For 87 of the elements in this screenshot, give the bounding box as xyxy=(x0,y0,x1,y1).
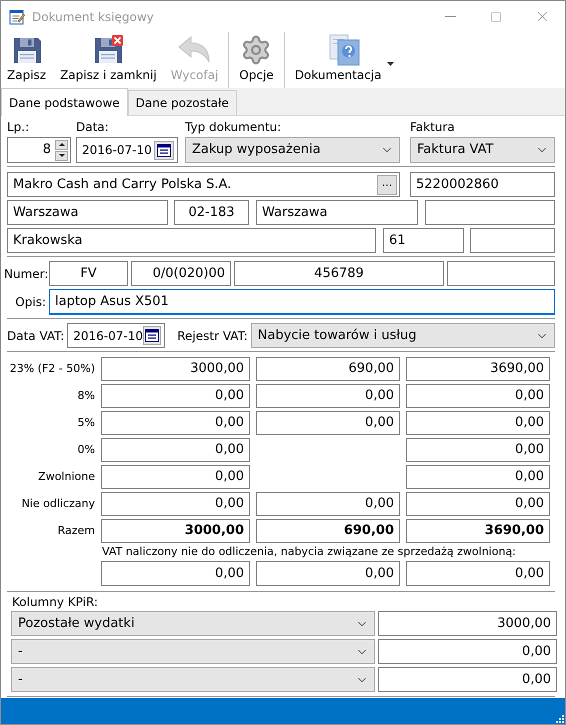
vat-date-label: Data VAT: xyxy=(7,328,64,344)
minimize-icon xyxy=(444,16,456,17)
toolbar-button[interactable]: Opcje xyxy=(237,32,276,88)
help-document-icon xyxy=(328,34,361,66)
kpir-label: Kolumny KPiR: xyxy=(12,594,99,610)
toolbar-button[interactable]: Zapisz xyxy=(5,32,48,88)
vat-amount-field[interactable]: 0,00 xyxy=(256,411,400,435)
nip-field[interactable]: 5220002860 xyxy=(410,172,555,197)
invoice-dropdown[interactable]: Faktura VAT xyxy=(410,137,555,163)
net-amount-field[interactable]: 0,00 xyxy=(101,411,250,435)
triangle-down-icon xyxy=(58,154,64,157)
kpir-amount-field[interactable]: 0,00 xyxy=(378,639,557,664)
contractor-name-field[interactable]: Makro Cash and Carry Polska S.A. ... xyxy=(7,172,400,197)
calendar-icon xyxy=(145,329,160,342)
vat-amount-field[interactable]: 0,00 xyxy=(256,492,400,516)
description-field[interactable]: laptop Asus X501 xyxy=(49,289,555,315)
number-part-field[interactable]: 0/0(020)00 xyxy=(131,261,231,286)
net-amount-field[interactable]: 0,00 xyxy=(101,438,250,462)
vat-amount-field[interactable]: 690,00 xyxy=(256,519,400,543)
net-amount-field[interactable]: 3000,00 xyxy=(101,357,250,381)
caret-icon xyxy=(387,62,394,66)
gross-amount-field[interactable]: 0,00 xyxy=(406,492,550,516)
toolbar-button[interactable]: Zapisz i zamknij xyxy=(58,32,159,88)
input-field[interactable] xyxy=(470,228,555,253)
spin-down-button[interactable] xyxy=(55,150,68,160)
calendar-icon xyxy=(157,144,171,156)
net-amount-field[interactable]: 3000,00 xyxy=(101,519,250,543)
gross-amount-field[interactable]: 3690,00 xyxy=(406,519,550,543)
toolbar-button[interactable]: Dokumentacja xyxy=(292,32,396,88)
notepad-icon xyxy=(9,8,25,24)
floppy-disk-x-icon xyxy=(92,34,124,66)
document-type-label: Typ dokumentu: xyxy=(185,119,282,136)
calendar-button[interactable] xyxy=(154,140,174,160)
vat-amount-field[interactable]: 690,00 xyxy=(256,357,400,381)
tab[interactable]: Dane pozostałe xyxy=(128,90,237,115)
vat-rate-label: 23% (F2 - 50%) xyxy=(8,360,95,377)
vat-rate-label: 0% xyxy=(76,442,95,458)
gross-amount-field[interactable]: 0,00 xyxy=(406,465,550,489)
spin-up-button[interactable] xyxy=(55,140,68,150)
net-amount-field[interactable]: 0,00 xyxy=(101,492,250,516)
window-title: Dokument księgowy xyxy=(32,8,154,26)
net-amount-field[interactable]: 0,00 xyxy=(101,465,250,489)
house-number-field[interactable]: 61 xyxy=(383,228,464,253)
net-amount-field[interactable]: 0,00 xyxy=(101,384,250,408)
amount-field[interactable]: 0,00 xyxy=(101,561,250,586)
document-type-dropdown[interactable]: Zakup wyposażenia xyxy=(185,137,400,163)
input-field[interactable] xyxy=(425,200,555,225)
number-part-field[interactable]: FV xyxy=(49,261,128,286)
amount-field[interactable]: 0,00 xyxy=(256,561,400,586)
postal-code-field[interactable]: 02-183 xyxy=(174,200,249,225)
tab[interactable]: Dane podstawowe xyxy=(1,88,128,116)
description-label: Opis: xyxy=(14,294,46,311)
calendar-button[interactable] xyxy=(143,326,162,345)
browse-button[interactable]: ... xyxy=(377,174,397,194)
triangle-up-icon xyxy=(58,143,64,146)
amount-field[interactable]: 0,00 xyxy=(406,561,550,586)
input-field[interactable] xyxy=(447,261,555,286)
lp-label: Lp.: xyxy=(7,119,30,136)
vat-rate-label: Zwolnione xyxy=(37,468,95,485)
non-deductible-label: VAT naliczony nie do odliczenia, nabycia związane ze sprzedażą zwolnioną: xyxy=(102,544,517,560)
gross-amount-field[interactable]: 3690,00 xyxy=(406,357,550,381)
vat-register-dropdown[interactable]: Nabycie towarów i usług xyxy=(250,323,555,348)
vat-rate-label: 5% xyxy=(76,414,95,431)
gross-amount-field[interactable]: 0,00 xyxy=(406,384,550,408)
vat-amount-field[interactable]: 0,00 xyxy=(256,384,400,408)
kpir-column-dropdown[interactable]: - xyxy=(11,667,375,692)
date-label: Data: xyxy=(76,119,110,136)
post-office-field[interactable]: Warszawa xyxy=(256,200,418,225)
vat-date-field[interactable]: 2016-07-10 xyxy=(67,323,166,348)
kpir-amount-field[interactable]: 3000,00 xyxy=(378,611,557,636)
gross-amount-field[interactable]: 0,00 xyxy=(406,411,550,435)
resize-grip-icon xyxy=(554,713,564,723)
vat-rate-label: Nie odliczany xyxy=(20,496,95,512)
vat-rate-label: 8% xyxy=(76,388,95,404)
date-field[interactable]: 2016-07-10 xyxy=(76,137,178,163)
kpir-column-dropdown[interactable]: - xyxy=(11,639,375,664)
street-field[interactable]: Krakowska xyxy=(7,228,376,253)
kpir-column-dropdown[interactable]: Pozostałe wydatki xyxy=(11,611,375,636)
vat-register-label: Rejestr VAT: xyxy=(177,328,248,344)
number-part-field[interactable]: 456789 xyxy=(234,261,444,286)
maximize-icon xyxy=(490,10,502,22)
city-field[interactable]: Warszawa xyxy=(7,200,168,225)
invoice-label: Faktura xyxy=(410,119,455,136)
kpir-amount-field[interactable]: 0,00 xyxy=(378,667,557,692)
vat-rate-label: Razem xyxy=(56,522,95,539)
lp-spinner[interactable]: 8 xyxy=(7,137,71,163)
gross-amount-field[interactable]: 0,00 xyxy=(406,438,550,462)
